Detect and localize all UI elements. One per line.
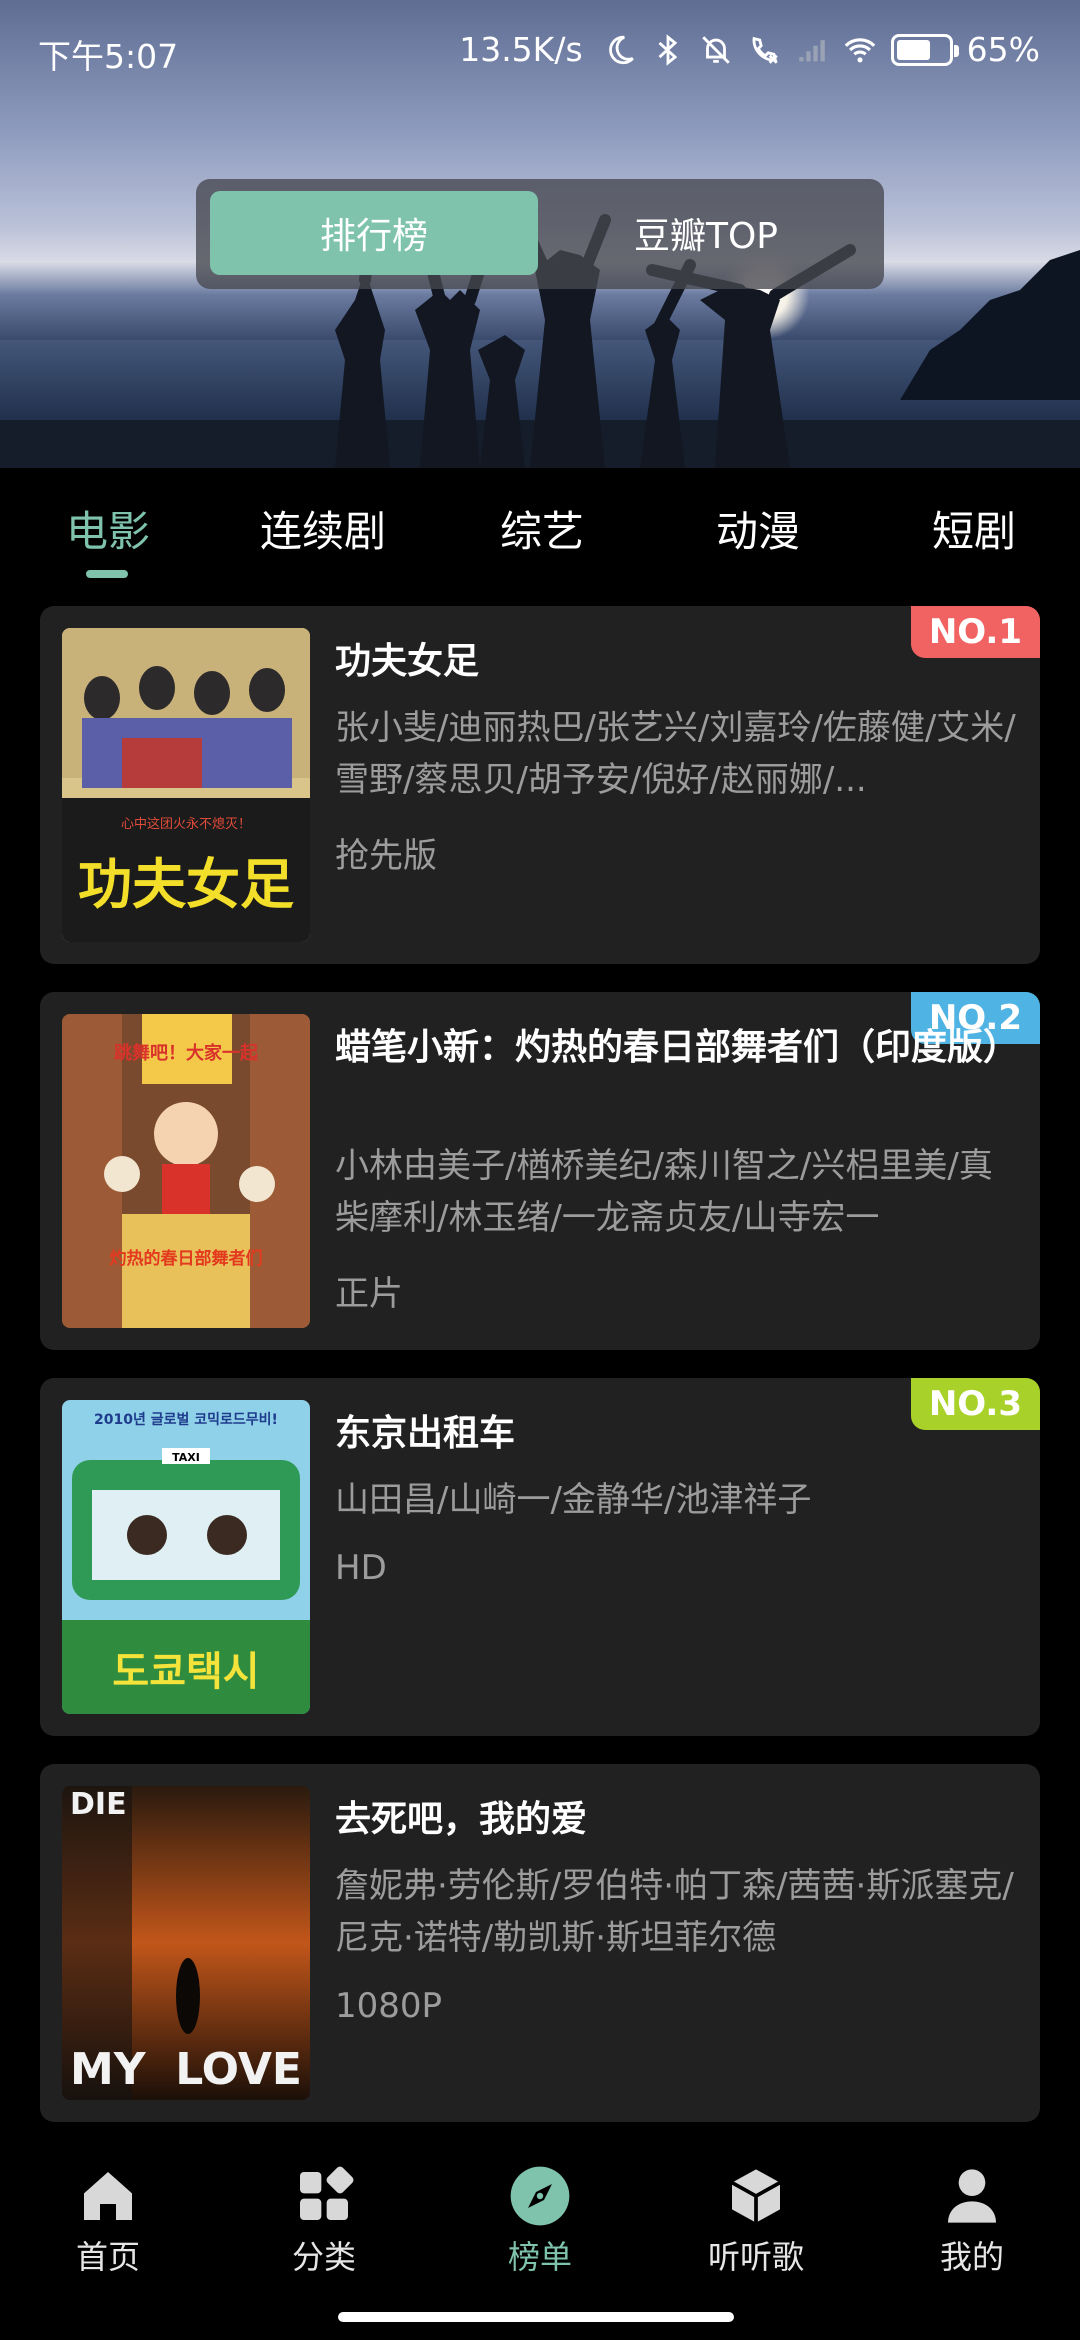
poster-word-left: MY bbox=[70, 2044, 147, 2095]
movie-cast: 小林由美子/楢桥美纪/森川智之/兴梠里美/真柴摩利/林玉绪/一龙斋贞友/山寺宏一 bbox=[335, 1146, 993, 1238]
box-icon bbox=[731, 2169, 781, 2223]
poster-title-art: 灼热的春日部舞者们 bbox=[110, 1248, 263, 1269]
category-icon bbox=[300, 2166, 354, 2220]
movie-quality: HD bbox=[335, 1548, 387, 1588]
poster-tagline: DIE bbox=[70, 1787, 127, 1822]
ranking-card[interactable]: 跳舞吧！大家一起 灼热的春日部舞者们 NO.2 蜡笔小新：灼热的春日部舞者们（印… bbox=[40, 992, 1040, 1350]
battery-icon bbox=[890, 33, 959, 66]
nav-ranking-label: 榜单 bbox=[507, 2238, 572, 2276]
poster-word-right: LOVE bbox=[175, 2044, 302, 2095]
segment-douban-top[interactable]: 豆瓣TOP bbox=[542, 191, 870, 275]
nav-music[interactable]: 听听歌 bbox=[676, 2164, 836, 2278]
poster-tagline: 跳舞吧！大家一起 bbox=[114, 1042, 259, 1064]
tab-short-drama[interactable]: 短剧 bbox=[932, 498, 1016, 559]
poster-image: 跳舞吧！大家一起 灼热的春日部舞者们 bbox=[62, 1014, 310, 1328]
moon-icon bbox=[608, 35, 634, 64]
signal-icon bbox=[798, 39, 825, 61]
battery-percent: 65% bbox=[966, 30, 1040, 69]
movie-quality: 抢先版 bbox=[335, 836, 437, 876]
poster-title-art: 功夫女足 bbox=[78, 853, 294, 916]
status-time: 下午5:07 bbox=[38, 37, 179, 76]
compass-icon bbox=[510, 2166, 570, 2226]
home-icon bbox=[84, 2172, 132, 2220]
ranking-card[interactable]: 心中这团火永不熄灭！ 功夫女足 NO.1 功夫女足 张小斐/迪丽热巴/张艺兴/刘… bbox=[40, 606, 1040, 964]
user-icon bbox=[948, 2169, 996, 2223]
poster-tagline: 心中这团火永不熄灭！ bbox=[121, 816, 251, 832]
ranking-source-switch: 排行榜 豆瓣TOP bbox=[196, 179, 884, 289]
ranking-card[interactable]: DIE MY LOVE 去死吧，我的爱 詹妮弗·劳伦斯/罗伯特·帕丁森/茜茜·斯… bbox=[40, 1764, 1040, 2122]
movie-cast: 张小斐/迪丽热巴/张艺兴/刘嘉玲/佐藤健/艾米/雪野/蔡思贝/胡予安/倪好/赵丽… bbox=[335, 708, 1016, 800]
call-off-icon bbox=[752, 36, 778, 64]
status-bar: 下午5:07 13.5K/s 65% bbox=[0, 0, 1080, 100]
tab-series[interactable]: 连续剧 bbox=[260, 498, 386, 559]
poster-image: 心中这团火永不熄灭！ 功夫女足 bbox=[62, 628, 310, 942]
poster-image: 2010년 글로벌 코믹로드무비! TAXI 도쿄택시 bbox=[62, 1400, 310, 1714]
network-speed: 13.5K/s bbox=[459, 30, 583, 69]
poster-taxi-sign: TAXI bbox=[172, 1451, 200, 1464]
nav-music-label: 听听歌 bbox=[707, 2238, 804, 2276]
movie-title: 功夫女足 bbox=[335, 641, 480, 682]
tab-anime[interactable]: 动漫 bbox=[716, 498, 800, 559]
movie-title: 东京出租车 bbox=[335, 1413, 516, 1454]
nav-category-label: 分类 bbox=[291, 2238, 356, 2276]
movie-title: 去死吧，我的爱 bbox=[335, 1799, 588, 1840]
wifi-icon bbox=[844, 37, 875, 62]
bell-mute-icon bbox=[701, 35, 730, 64]
nav-home[interactable]: 首页 bbox=[28, 2164, 188, 2278]
nav-profile[interactable]: 我的 bbox=[892, 2164, 1052, 2278]
movie-cast: 詹妮弗·劳伦斯/罗伯特·帕丁森/茜茜·斯派塞克/尼克·诺特/勒凯斯·斯坦菲尔德 bbox=[335, 1866, 1014, 1958]
nav-profile-label: 我的 bbox=[939, 2238, 1004, 2276]
bottom-navigation: 首页 分类 榜单 听听歌 我的 bbox=[0, 2140, 1080, 2340]
movie-quality: 1080P bbox=[335, 1986, 443, 2026]
tab-movie[interactable]: 电影 bbox=[66, 498, 150, 559]
segment-ranking[interactable]: 排行榜 bbox=[210, 191, 538, 275]
nav-ranking[interactable]: 榜单 bbox=[460, 2164, 620, 2278]
nav-home-label: 首页 bbox=[75, 2238, 140, 2276]
movie-quality: 正片 bbox=[335, 1274, 403, 1314]
nav-category[interactable]: 分类 bbox=[244, 2164, 404, 2278]
tab-indicator bbox=[86, 570, 128, 578]
tab-variety[interactable]: 综艺 bbox=[500, 498, 584, 559]
ranking-card[interactable]: 2010년 글로벌 코믹로드무비! TAXI 도쿄택시 NO.3 东京出租车 山… bbox=[40, 1378, 1040, 1736]
hero-banner: 下午5:07 13.5K/s 65% 排行榜 豆瓣TOP bbox=[0, 0, 1080, 468]
bluetooth-icon bbox=[658, 33, 677, 66]
movie-title: 蜡笔小新：灼热的春日部舞者们（印度版） bbox=[335, 1027, 1020, 1068]
battery-level bbox=[896, 39, 930, 60]
poster-image: DIE MY LOVE bbox=[62, 1786, 310, 2100]
poster-tagline: 2010년 글로벌 코믹로드무비! bbox=[94, 1411, 278, 1428]
poster-title-art: 도쿄택시 bbox=[112, 1649, 259, 1695]
category-tabs: 电影 连续剧 综艺 动漫 短剧 bbox=[0, 468, 1080, 588]
movie-cast: 山田昌/山崎一/金静华/池津祥子 bbox=[335, 1480, 812, 1520]
home-indicator[interactable] bbox=[338, 2312, 734, 2322]
